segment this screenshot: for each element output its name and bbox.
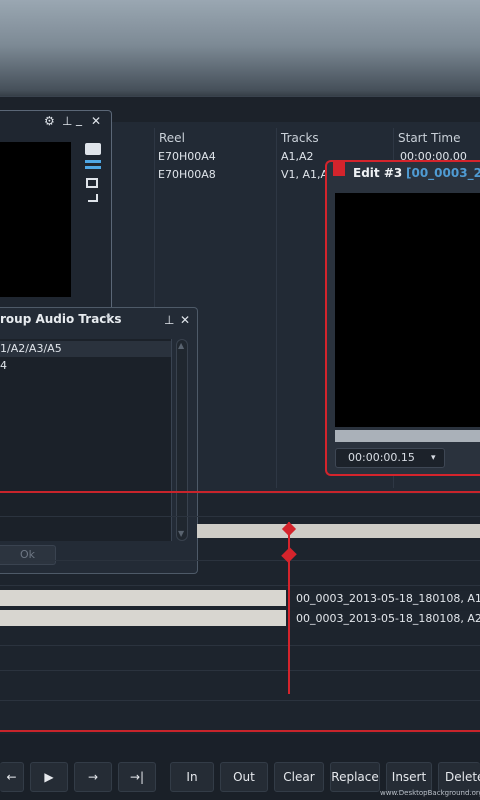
track-separator	[0, 560, 480, 561]
timeline-divider	[0, 491, 480, 493]
play-button[interactable]: ▶	[30, 762, 68, 792]
audio-track-list[interactable]	[0, 339, 172, 541]
edit-progress-bar[interactable]	[335, 430, 480, 442]
table-cell-reel[interactable]: E70H00A4	[158, 150, 216, 163]
clip-label-a2[interactable]: 00_0003_2013-05-18_180108, A2	[288, 611, 480, 627]
audio-clip-a2[interactable]	[0, 610, 286, 626]
pin-icon[interactable]: ⊥	[164, 313, 174, 327]
step-back-button[interactable]: ←	[0, 762, 24, 792]
ruler-bar[interactable]	[197, 524, 480, 538]
list-view-icon[interactable]	[85, 160, 101, 163]
delete-button[interactable]: Delete	[438, 762, 480, 792]
edit-window-title: Edit #3	[353, 166, 403, 180]
timecode-dropdown[interactable]: 00:00:00.15 ▾	[335, 448, 445, 468]
list-item[interactable]: 1/A2/A3/A5	[0, 342, 62, 355]
gear-icon[interactable]: ⚙	[44, 114, 55, 128]
bookmark-icon	[333, 160, 345, 176]
list-item[interactable]: 4	[0, 359, 7, 372]
column-header-start-time[interactable]: Start Time	[394, 128, 480, 148]
close-icon[interactable]: ✕	[91, 114, 101, 128]
chevron-down-icon[interactable]: ▾	[106, 313, 111, 323]
go-to-end-button[interactable]: →|	[118, 762, 156, 792]
dialog-title: roup Audio Tracks	[0, 312, 122, 326]
scroll-down-icon[interactable]: ▼	[178, 529, 184, 539]
clear-button[interactable]: Clear	[274, 762, 324, 792]
insert-button[interactable]: Insert	[386, 762, 432, 792]
viewer-screen	[0, 142, 71, 297]
column-header-tracks[interactable]: Tracks	[277, 128, 394, 148]
desktop-background	[0, 0, 480, 100]
table-cell-tracks[interactable]: A1,A2	[281, 150, 314, 163]
pin-icon[interactable]: ⊥	[62, 114, 72, 128]
scrollbar[interactable]	[176, 339, 188, 541]
edit-window-clip-name: [00_0003_20	[406, 166, 480, 180]
column-header-reel[interactable]: Reel	[155, 128, 277, 148]
table-cell-tracks[interactable]: V1, A1,A	[281, 168, 328, 181]
out-button[interactable]: Out	[220, 762, 268, 792]
timecode-value: 00:00:00.15	[348, 451, 415, 464]
frame-icon[interactable]	[86, 178, 98, 188]
ok-button[interactable]: Ok	[0, 545, 56, 565]
step-forward-button[interactable]: →	[74, 762, 112, 792]
clip-label-a1[interactable]: 00_0003_2013-05-18_180108, A1	[288, 591, 480, 607]
bottom-divider	[0, 730, 480, 732]
watermark: www.DesktopBackground.org	[380, 789, 480, 797]
in-button[interactable]: In	[170, 762, 214, 792]
table-cell-reel[interactable]: E70H00A8	[158, 168, 216, 181]
scroll-up-icon[interactable]: ▲	[178, 341, 184, 351]
edit-preview-screen	[335, 193, 480, 427]
replace-button[interactable]: Replace	[330, 762, 380, 792]
folder-icon[interactable]	[85, 143, 101, 155]
close-icon[interactable]: ✕	[180, 313, 190, 327]
track-separator	[0, 700, 480, 701]
list-view-icon	[85, 166, 101, 169]
resize-icon[interactable]	[88, 194, 98, 202]
minimize-icon[interactable]: _	[76, 112, 82, 126]
track-separator	[0, 670, 480, 671]
column-divider	[276, 128, 277, 488]
track-separator	[0, 585, 480, 586]
track-separator	[0, 516, 480, 517]
chevron-down-icon: ▾	[431, 453, 436, 463]
audio-clip-a1[interactable]	[0, 590, 286, 606]
track-separator	[0, 645, 480, 646]
